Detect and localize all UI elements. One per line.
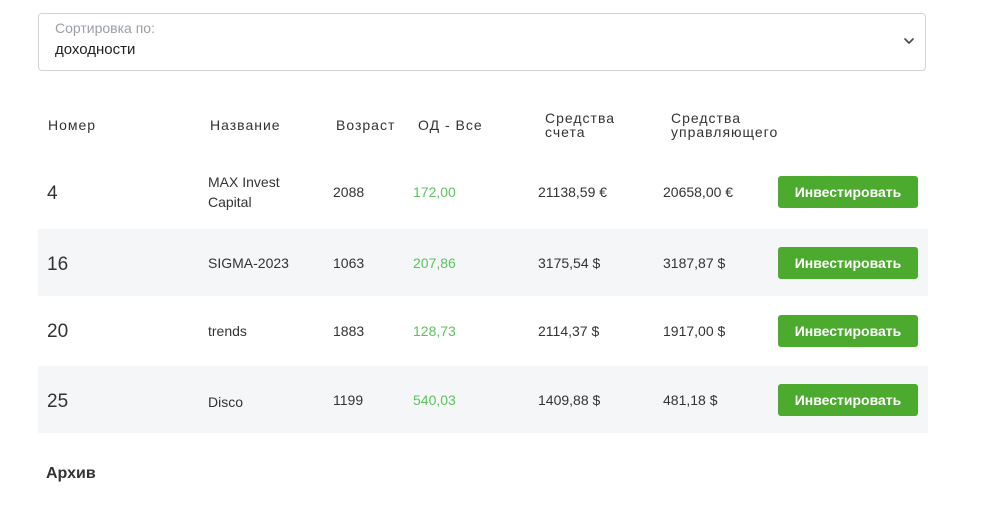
header-manager-funds-line2[interactable]: управляющего (671, 125, 778, 139)
table-row: 4 MAX Invest Capital 2088 172,00 21138,5… (38, 158, 928, 226)
header-name[interactable]: Название (210, 118, 281, 132)
row-yield: 172,00 (413, 184, 456, 200)
header-number[interactable]: Номер (48, 118, 96, 132)
chevron-down-icon (904, 38, 914, 44)
row-name-line1[interactable]: SIGMA-2023 (208, 253, 289, 273)
header-account-funds-line2[interactable]: счета (545, 125, 586, 139)
header-age[interactable]: Возраст (336, 118, 395, 132)
row-name-line1[interactable]: trends (208, 321, 247, 341)
row-yield: 540,03 (413, 392, 456, 408)
row-yield: 207,86 (413, 255, 456, 271)
row-number: 16 (47, 254, 69, 275)
table-row: 16 SIGMA-2023 1063 207,86 3175,54 $ 3187… (38, 229, 928, 296)
row-number: 20 (47, 321, 69, 342)
sort-label: Сортировка по: (55, 20, 155, 36)
table-row: 20 trends 1883 128,73 2114,37 $ 1917,00 … (38, 297, 928, 364)
invest-button[interactable]: Инвестировать (778, 176, 918, 208)
row-name-line1[interactable]: MAX Invest (208, 172, 280, 192)
row-manager-funds: 3187,87 $ (663, 255, 726, 271)
row-manager-funds: 481,18 $ (663, 392, 718, 408)
row-account-funds: 3175,54 $ (538, 255, 601, 271)
row-name-line1[interactable]: Disco (208, 392, 243, 412)
page: Сортировка по: доходности Номер Название… (0, 0, 1005, 506)
archive-title: Архив (46, 465, 96, 482)
sort-dropdown[interactable]: Сортировка по: доходности (38, 13, 926, 71)
header-account-funds-line1[interactable]: Средства (545, 111, 615, 125)
row-age: 1063 (333, 255, 365, 271)
row-name-line2[interactable]: Capital (208, 192, 252, 212)
invest-button[interactable]: Инвестировать (778, 315, 918, 347)
row-number: 25 (47, 391, 69, 412)
row-account-funds: 2114,37 $ (538, 323, 600, 339)
header-manager-funds-line1[interactable]: Средства (671, 111, 741, 125)
header-yield[interactable]: ОД - Все (418, 118, 483, 132)
table-row: 25 Disco 1199 540,03 1409,88 $ 481,18 $ … (38, 366, 928, 433)
row-yield: 128,73 (413, 323, 456, 339)
row-account-funds: 1409,88 $ (538, 392, 601, 408)
row-age: 1883 (333, 323, 365, 339)
row-manager-funds: 20658,00 € (663, 184, 734, 200)
invest-button[interactable]: Инвестировать (778, 384, 918, 416)
invest-button[interactable]: Инвестировать (778, 247, 918, 279)
row-manager-funds: 1917,00 $ (663, 323, 726, 339)
sort-value: доходности (55, 41, 136, 58)
row-account-funds: 21138,59 € (538, 184, 608, 200)
row-number: 4 (47, 183, 58, 204)
row-age: 2088 (333, 184, 365, 200)
row-age: 1199 (333, 392, 364, 408)
